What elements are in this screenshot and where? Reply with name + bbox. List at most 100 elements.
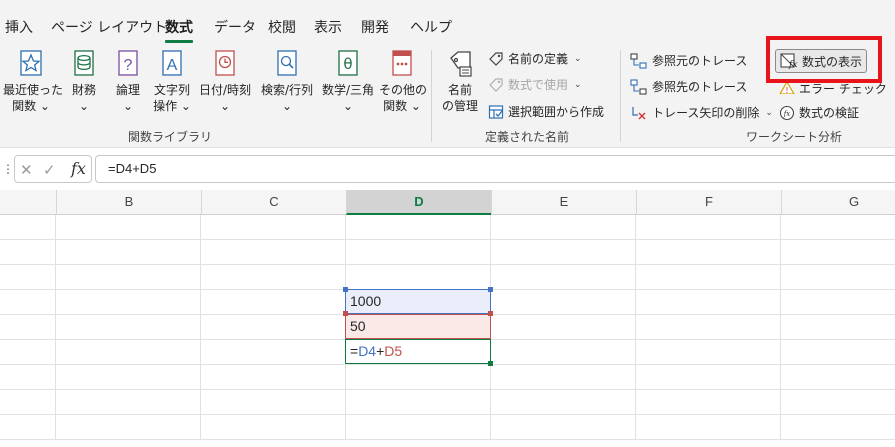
grid-cell[interactable] <box>781 340 895 365</box>
tab-insert[interactable]: 挿入 <box>5 17 33 37</box>
column-header-b[interactable]: B <box>56 190 201 215</box>
grid-cell[interactable] <box>491 365 636 390</box>
grid-cell[interactable] <box>201 240 346 265</box>
grid-cell[interactable] <box>346 390 491 415</box>
grid-cell[interactable] <box>636 290 781 315</box>
grid-cell[interactable] <box>56 240 201 265</box>
define-name-button[interactable]: 名前の定義 ⌄ <box>488 50 582 67</box>
create-from-selection-button[interactable]: 選択範囲から作成 <box>488 103 604 120</box>
grid-cell[interactable] <box>636 390 781 415</box>
tab-formulas[interactable]: 数式 <box>165 17 193 43</box>
formula-input[interactable]: =D4+D5 <box>95 155 895 183</box>
grid-cell[interactable] <box>636 215 781 240</box>
grid-cell[interactable] <box>346 415 491 440</box>
grid-cell[interactable] <box>56 315 201 340</box>
grid-cell[interactable] <box>56 415 201 440</box>
grid-cell[interactable] <box>56 390 201 415</box>
grid-cell[interactable] <box>491 215 636 240</box>
grid-cell[interactable] <box>346 265 491 290</box>
grid-cell[interactable] <box>0 365 56 390</box>
logical-button[interactable]: ? 論理 ⌄ <box>110 48 146 114</box>
grid-cell[interactable] <box>781 365 895 390</box>
grid-cell[interactable] <box>0 215 56 240</box>
grid-cell[interactable] <box>0 315 56 340</box>
grid-cell[interactable] <box>781 265 895 290</box>
recent-functions-button[interactable]: 最近使った 関数 ⌄ <box>3 48 63 114</box>
grid-cell[interactable] <box>781 390 895 415</box>
grid-cell[interactable] <box>201 340 346 365</box>
lookup-reference-button[interactable]: 検索/行列 ⌄ <box>257 48 317 114</box>
grid-cell[interactable] <box>781 290 895 315</box>
tab-page-layout[interactable]: ページ レイアウト <box>51 17 167 37</box>
trace-precedents-button[interactable]: 参照元のトレース <box>630 52 747 69</box>
math-trig-button[interactable]: θ 数学/三角 ⌄ <box>318 48 378 114</box>
grid-cell[interactable] <box>636 315 781 340</box>
grid-cell[interactable] <box>56 215 201 240</box>
tab-data[interactable]: データ <box>214 17 256 37</box>
range-handle[interactable] <box>488 311 493 316</box>
column-header-g[interactable]: G <box>781 190 895 215</box>
date-time-button[interactable]: 日付/時刻 ⌄ <box>196 48 254 114</box>
fill-handle[interactable] <box>488 361 493 366</box>
grid-cell[interactable] <box>491 265 636 290</box>
grid-cell[interactable] <box>346 240 491 265</box>
show-formulas-button[interactable]: fx 数式の表示 <box>775 49 867 73</box>
grid-cell[interactable] <box>0 390 56 415</box>
cancel-icon[interactable]: ✕ <box>20 161 33 179</box>
confirm-icon[interactable]: ✓ <box>43 161 56 179</box>
more-functions-button[interactable]: その他の 関数 ⌄ <box>379 48 427 114</box>
range-handle[interactable] <box>488 287 493 292</box>
grid-cell[interactable] <box>201 290 346 315</box>
range-handle[interactable] <box>343 311 348 316</box>
grid-cell[interactable] <box>636 340 781 365</box>
cell-d6-editing[interactable]: =D4+D5 <box>345 339 491 364</box>
grid-cell[interactable] <box>491 415 636 440</box>
grid-cell[interactable] <box>0 240 56 265</box>
grid-cell[interactable] <box>636 365 781 390</box>
column-header-e[interactable]: E <box>491 190 636 215</box>
grid-cell[interactable] <box>781 315 895 340</box>
trace-dependents-button[interactable]: 参照先のトレース <box>630 78 747 95</box>
text-functions-button[interactable]: A 文字列 操作 ⌄ <box>150 48 194 114</box>
column-header-c[interactable]: C <box>201 190 346 215</box>
grid-cell[interactable] <box>491 290 636 315</box>
grid-cell[interactable] <box>346 215 491 240</box>
grid-cell[interactable] <box>201 390 346 415</box>
grid-cell[interactable] <box>781 215 895 240</box>
cell-d5[interactable]: 50 <box>345 314 491 339</box>
grid-cell[interactable] <box>636 240 781 265</box>
grid-cell[interactable] <box>781 415 895 440</box>
grid-cell[interactable] <box>346 365 491 390</box>
grid-cell[interactable] <box>491 240 636 265</box>
grid-cell[interactable] <box>0 415 56 440</box>
tab-review[interactable]: 校閲 <box>268 17 296 37</box>
grid-cell[interactable] <box>0 265 56 290</box>
grid-cell[interactable] <box>0 340 56 365</box>
grid-cell[interactable] <box>491 315 636 340</box>
grid-cell[interactable] <box>0 290 56 315</box>
grid-cell[interactable] <box>56 365 201 390</box>
grid-cell[interactable] <box>781 240 895 265</box>
grid-cell[interactable] <box>201 265 346 290</box>
grid-cell[interactable] <box>636 265 781 290</box>
column-header-f[interactable]: F <box>636 190 781 215</box>
remove-arrows-button[interactable]: トレース矢印の削除 ⌄ <box>630 104 773 121</box>
grid-cell[interactable] <box>491 340 636 365</box>
grid-cell[interactable] <box>56 265 201 290</box>
grid-cell[interactable] <box>201 415 346 440</box>
grid-cell[interactable] <box>201 215 346 240</box>
grid-cell[interactable] <box>201 365 346 390</box>
grid-cell[interactable] <box>491 390 636 415</box>
tab-help[interactable]: ヘルプ <box>410 17 452 37</box>
grid-cell[interactable] <box>56 340 201 365</box>
corner-header[interactable] <box>0 190 56 215</box>
use-in-formula-button[interactable]: 数式で使用 ⌄ <box>488 76 582 93</box>
insert-function-icon[interactable]: fx <box>71 159 86 178</box>
tab-developer[interactable]: 開発 <box>361 17 389 37</box>
name-manager-button[interactable]: 名前 の管理 <box>438 48 482 114</box>
error-checking-button[interactable]: ! エラー チェック⌄ <box>779 80 895 94</box>
cell-d4[interactable]: 1000 <box>345 289 491 314</box>
column-header-d[interactable]: D <box>346 190 491 215</box>
grid-cell[interactable] <box>636 415 781 440</box>
grip-icon[interactable]: ⋮ <box>2 162 14 176</box>
